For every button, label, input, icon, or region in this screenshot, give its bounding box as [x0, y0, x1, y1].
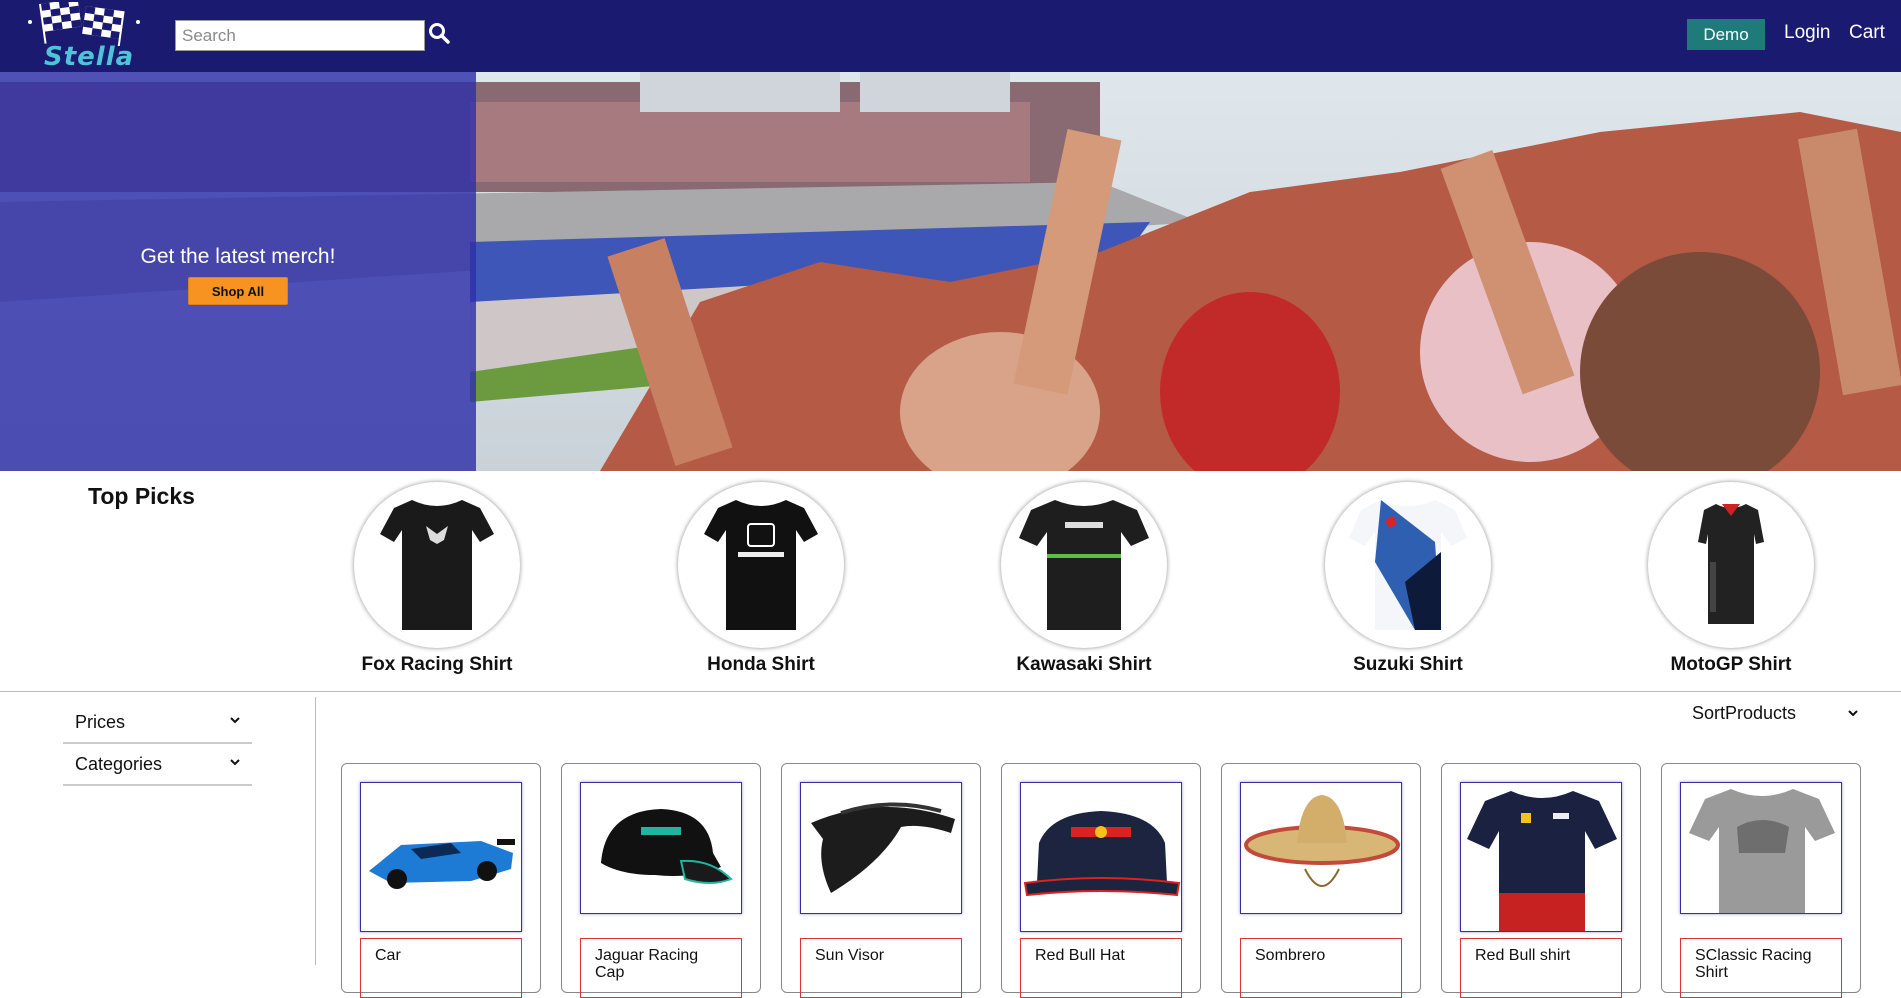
product-thumbnail[interactable]	[1648, 482, 1814, 648]
product-image[interactable]	[360, 782, 522, 932]
product-image[interactable]	[580, 782, 742, 914]
product-card[interactable]: SClassic Racing Shirt	[1661, 763, 1861, 998]
hero-banner: Get the latest merch! Shop All	[0, 72, 1901, 471]
product-name[interactable]: Sombrero	[1240, 938, 1402, 998]
top-pick-label[interactable]: MotoGP Shirt	[1601, 654, 1861, 676]
hero-overlay-panel	[0, 72, 476, 471]
section-divider	[0, 691, 1901, 692]
cart-link[interactable]: Cart	[1849, 22, 1885, 44]
sidebar-divider	[315, 697, 316, 965]
chevron-down-icon	[230, 759, 240, 766]
prices-filter-label: Prices	[75, 711, 126, 732]
cap-image	[601, 809, 733, 884]
hero-title: Get the latest merch!	[140, 245, 336, 268]
product-thumbnail[interactable]	[678, 482, 844, 648]
product-card[interactable]: Sun Visor	[781, 763, 981, 998]
top-pick-kawasaki-shirt[interactable]: Kawasaki Shirt	[954, 482, 1214, 676]
logo[interactable]: Stella	[26, 2, 146, 72]
product-name[interactable]: Red Bull shirt	[1460, 938, 1622, 998]
tshirt-image	[1349, 500, 1467, 630]
top-navigation-bar: Stella Demo Login Cart	[0, 0, 1901, 72]
flat-cap-image	[1023, 811, 1181, 897]
prices-filter[interactable]: Prices	[63, 702, 252, 744]
top-picks-heading: Top Picks	[88, 483, 195, 509]
product-name[interactable]: Sun Visor	[800, 938, 962, 998]
product-image[interactable]	[800, 782, 962, 914]
sun-visor-image	[811, 802, 955, 893]
shop-all-button[interactable]: Shop All	[188, 277, 288, 305]
product-image[interactable]	[1240, 782, 1402, 914]
product-image[interactable]	[1680, 782, 1842, 914]
product-name[interactable]: SClassic Racing Shirt	[1680, 938, 1842, 998]
product-image[interactable]	[1020, 782, 1182, 932]
top-pick-motogp-shirt[interactable]: MotoGP Shirt	[1601, 482, 1861, 676]
product-card[interactable]: Sombrero	[1221, 763, 1421, 998]
race-car-image	[369, 839, 515, 889]
top-pick-honda-shirt[interactable]: Honda Shirt	[631, 482, 891, 676]
top-pick-suzuki-shirt[interactable]: Suzuki Shirt	[1278, 482, 1538, 676]
grey-tshirt-image	[1689, 789, 1835, 913]
tshirt-image	[380, 500, 494, 630]
login-link[interactable]: Login	[1784, 22, 1831, 44]
product-card[interactable]: Red Bull shirt	[1441, 763, 1641, 998]
racing-shirt-image	[1467, 791, 1617, 931]
categories-filter[interactable]: Categories	[63, 744, 252, 786]
logo-text: Stella	[44, 42, 135, 72]
polo-shirt-image	[1698, 504, 1764, 624]
checkered-flags-icon	[28, 2, 140, 46]
top-pick-label[interactable]: Kawasaki Shirt	[954, 654, 1214, 676]
product-card[interactable]: Red Bull Hat	[1001, 763, 1201, 998]
search-input[interactable]	[175, 20, 425, 51]
product-thumbnail[interactable]	[1325, 482, 1491, 648]
top-pick-fox-racing-shirt[interactable]: Fox Racing Shirt	[307, 482, 567, 676]
product-thumbnail[interactable]	[1001, 482, 1167, 648]
tshirt-image	[704, 500, 818, 630]
chevron-down-icon	[230, 717, 240, 724]
product-thumbnail[interactable]	[354, 482, 520, 648]
chevron-down-icon	[1848, 710, 1858, 717]
search-button[interactable]	[428, 22, 452, 46]
top-pick-label[interactable]: Fox Racing Shirt	[307, 654, 567, 676]
demo-button[interactable]: Demo	[1687, 19, 1765, 50]
product-name[interactable]: Jaguar Racing Cap	[580, 938, 742, 998]
product-card[interactable]: Jaguar Racing Cap	[561, 763, 761, 998]
sort-products-dropdown[interactable]: SortProducts	[1692, 703, 1864, 729]
tshirt-image	[1019, 500, 1149, 630]
product-name[interactable]: Red Bull Hat	[1020, 938, 1182, 998]
categories-filter-label: Categories	[75, 753, 163, 774]
sort-products-label: SortProducts	[1692, 703, 1797, 723]
top-pick-label[interactable]: Suzuki Shirt	[1278, 654, 1538, 676]
search-icon	[429, 23, 450, 44]
product-card[interactable]: Car	[341, 763, 541, 998]
sombrero-image	[1244, 795, 1400, 887]
top-pick-label[interactable]: Honda Shirt	[631, 654, 891, 676]
product-image[interactable]	[1460, 782, 1622, 932]
product-name[interactable]: Car	[360, 938, 522, 998]
